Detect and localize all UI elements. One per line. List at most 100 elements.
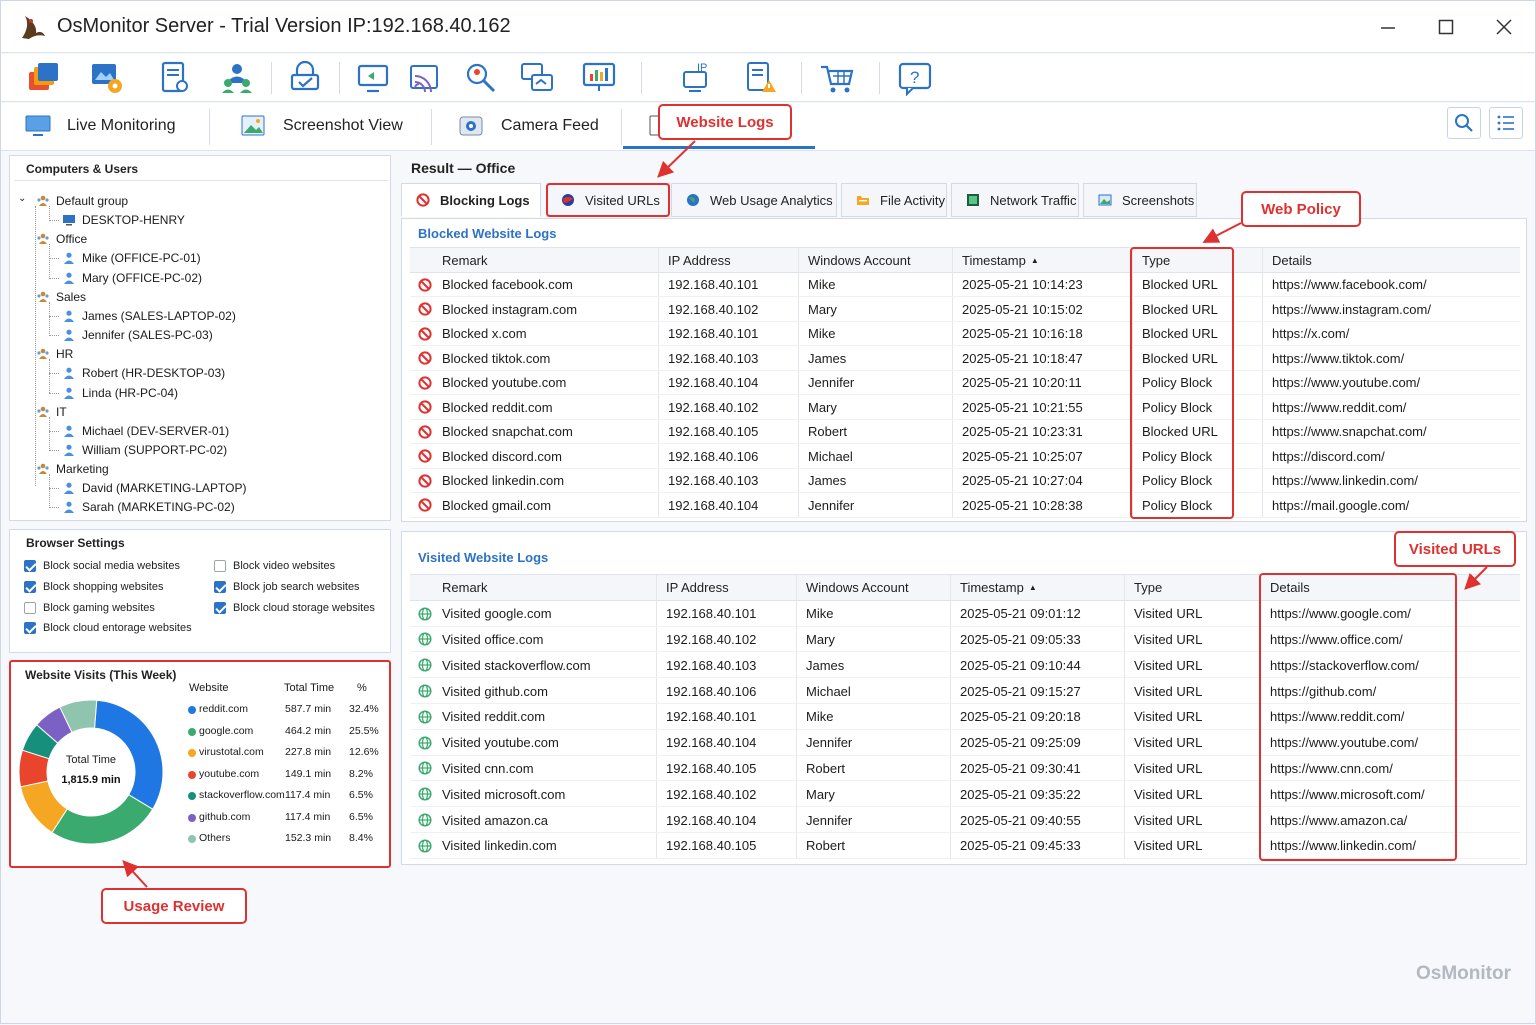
- close-button[interactable]: [1487, 11, 1521, 43]
- alert-doc-icon[interactable]: [743, 60, 779, 96]
- browser-setting-checkbox[interactable]: Block cloud storage websites: [214, 602, 375, 614]
- screen-sync-icon[interactable]: [519, 60, 555, 96]
- cell-timestamp: 2025-05-21 10:23:31: [962, 424, 1083, 440]
- table-row[interactable]: Blocked youtube.com 192.168.40.104 Jennife…: [410, 371, 1520, 395]
- list-view-button[interactable]: [1489, 107, 1523, 139]
- table-row[interactable]: Blocked gmail.com 192.168.40.104 Jennifer 2…: [410, 493, 1520, 518]
- cell-remark: Visited office.com: [442, 631, 544, 647]
- users-icon[interactable]: [219, 60, 255, 96]
- tab-screenshot-view[interactable]: Screenshot View: [241, 103, 403, 149]
- subtab-blocking-logs[interactable]: Blocking Logs: [401, 183, 541, 217]
- checkbox-icon[interactable]: [24, 622, 36, 634]
- column-header-timestamp[interactable]: Timestamp ▲: [962, 253, 1039, 268]
- cell-ip-address: 192.168.40.106: [666, 683, 757, 699]
- policy-settings-icon[interactable]: [157, 60, 193, 96]
- legend-row: youtube.com 149.1 min 8.2%: [183, 767, 387, 785]
- tree-item-label: James (SALES-LAPTOP-02): [82, 308, 236, 323]
- cell-type: Visited URL: [1134, 683, 1203, 699]
- browser-setting-checkbox[interactable]: Block shopping websites: [24, 581, 163, 593]
- table-row[interactable]: Blocked snapchat.com 192.168.40.105 Robert…: [410, 420, 1520, 444]
- search-button[interactable]: [1447, 107, 1481, 139]
- legend-row: virustotal.com 227.8 min 12.6%: [183, 745, 387, 763]
- tree-item-label: Mike (OFFICE-PC-01): [82, 251, 201, 266]
- cell-timestamp: 2025-05-21 09:25:09: [960, 735, 1081, 751]
- tab-live-monitoring[interactable]: Live Monitoring: [25, 103, 176, 149]
- column-header-type[interactable]: Type: [1134, 580, 1162, 595]
- column-header-timestamp[interactable]: Timestamp ▲: [960, 580, 1037, 595]
- tree-item[interactable]: Robert (HR-DESKTOP-03): [62, 366, 225, 380]
- report-chart-icon[interactable]: [581, 60, 617, 96]
- checkbox-icon[interactable]: [214, 560, 226, 572]
- tree-item[interactable]: William (SUPPORT-PC-02): [62, 443, 227, 457]
- table-row[interactable]: Blocked discord.com 192.168.40.106 Michael…: [410, 444, 1520, 469]
- tree-group[interactable]: Office: [36, 232, 87, 246]
- checkbox-icon[interactable]: [24, 602, 36, 614]
- blocked-icon: [418, 376, 432, 390]
- help-icon[interactable]: ?: [897, 60, 933, 97]
- table-row[interactable]: Blocked facebook.com 192.168.40.101 Mike 20…: [410, 273, 1520, 297]
- windows-icon[interactable]: [25, 60, 61, 96]
- tree-item[interactable]: Mary (OFFICE-PC-02): [62, 271, 202, 285]
- subtab-web-usage-analytics[interactable]: Web Usage Analytics: [671, 183, 837, 217]
- tree-group[interactable]: Marketing: [36, 462, 109, 476]
- checkbox-icon[interactable]: [24, 560, 36, 572]
- column-header-remark[interactable]: Remark: [442, 253, 488, 268]
- broadcast-icon[interactable]: [407, 60, 443, 96]
- column-header-ip-address[interactable]: IP Address: [666, 580, 729, 595]
- table-row[interactable]: Blocked reddit.com 192.168.40.102 Mary 2025…: [410, 395, 1520, 420]
- subtab-file-activity[interactable]: File Activity: [841, 183, 947, 217]
- svg-text:?: ?: [910, 68, 919, 87]
- cell-details: https://www.snapchat.com/: [1272, 424, 1427, 440]
- checkbox-icon[interactable]: [24, 581, 36, 593]
- browser-setting-checkbox[interactable]: Block gaming websites: [24, 602, 155, 614]
- tab-camera-feed[interactable]: Camera Feed: [459, 103, 599, 149]
- close-icon: [1496, 19, 1512, 35]
- tree-item[interactable]: Sarah (MARKETING-PC-02): [62, 500, 235, 514]
- column-header-label: Windows Account: [808, 252, 911, 268]
- tree-item[interactable]: Linda (HR-PC-04): [62, 386, 178, 400]
- checkbox-icon[interactable]: [214, 581, 226, 593]
- maximize-button[interactable]: [1429, 11, 1463, 43]
- collapse-toggle-icon[interactable]: ⌄: [18, 193, 26, 204]
- browser-setting-checkbox[interactable]: Block video websites: [214, 560, 335, 572]
- tree-item[interactable]: DESKTOP-HENRY: [62, 213, 185, 227]
- cell-type: Visited URL: [1134, 657, 1203, 673]
- cart-icon[interactable]: [819, 60, 855, 96]
- table-row[interactable]: Blocked tiktok.com 192.168.40.103 James 202…: [410, 346, 1520, 371]
- tree-item[interactable]: James (SALES-LAPTOP-02): [62, 309, 236, 323]
- subtab-screenshots[interactable]: Screenshots: [1083, 183, 1197, 217]
- tree-group[interactable]: IT: [36, 405, 67, 419]
- tree-item[interactable]: Mike (OFFICE-PC-01): [62, 251, 201, 265]
- tree-item[interactable]: David (MARKETING-LAPTOP): [62, 481, 246, 495]
- column-header-label: Remark: [442, 252, 488, 268]
- table-row[interactable]: Blocked linkedin.com 192.168.40.103 James 2…: [410, 469, 1520, 493]
- column-header-windows-account[interactable]: Windows Account: [806, 580, 909, 595]
- cell-remark: Blocked gmail.com: [442, 497, 552, 513]
- tree-group[interactable]: Sales: [36, 290, 86, 304]
- col-total-time: Total Time: [284, 682, 335, 694]
- block-icon: [416, 193, 430, 207]
- cell-remark: Blocked instagram.com: [442, 301, 578, 317]
- settings-map-icon[interactable]: [89, 60, 125, 96]
- minimize-button[interactable]: [1371, 11, 1405, 43]
- checkbox-icon[interactable]: [214, 602, 226, 614]
- column-header-remark[interactable]: Remark: [442, 580, 488, 595]
- column-header-details[interactable]: Details: [1272, 253, 1312, 268]
- remote-control-icon[interactable]: [355, 60, 391, 96]
- tree-group[interactable]: HR: [36, 347, 73, 361]
- column-header-windows-account[interactable]: Windows Account: [808, 253, 911, 268]
- table-row[interactable]: Blocked x.com 192.168.40.101 Mike 2025-05-2…: [410, 322, 1520, 346]
- tree-item[interactable]: Jennifer (SALES-PC-03): [62, 328, 213, 342]
- lock-monitor-icon[interactable]: [287, 60, 323, 96]
- tree-item[interactable]: Michael (DEV-SERVER-01): [62, 424, 229, 438]
- browser-setting-checkbox[interactable]: Block job search websites: [214, 581, 360, 593]
- subtab-network-traffic[interactable]: Network Traffic: [951, 183, 1079, 217]
- ip-icon[interactable]: IP: [679, 60, 715, 96]
- search-users-icon[interactable]: [463, 60, 499, 96]
- cell-timestamp: 2025-05-21 10:27:04: [962, 473, 1083, 489]
- browser-setting-checkbox[interactable]: Block cloud entorage websites: [24, 622, 192, 634]
- browser-setting-checkbox[interactable]: Block social media websites: [24, 560, 180, 572]
- tree-group-label: HR: [56, 347, 74, 362]
- table-row[interactable]: Blocked instagram.com 192.168.40.102 Mary 2…: [410, 297, 1520, 322]
- column-header-ip-address[interactable]: IP Address: [668, 253, 731, 268]
